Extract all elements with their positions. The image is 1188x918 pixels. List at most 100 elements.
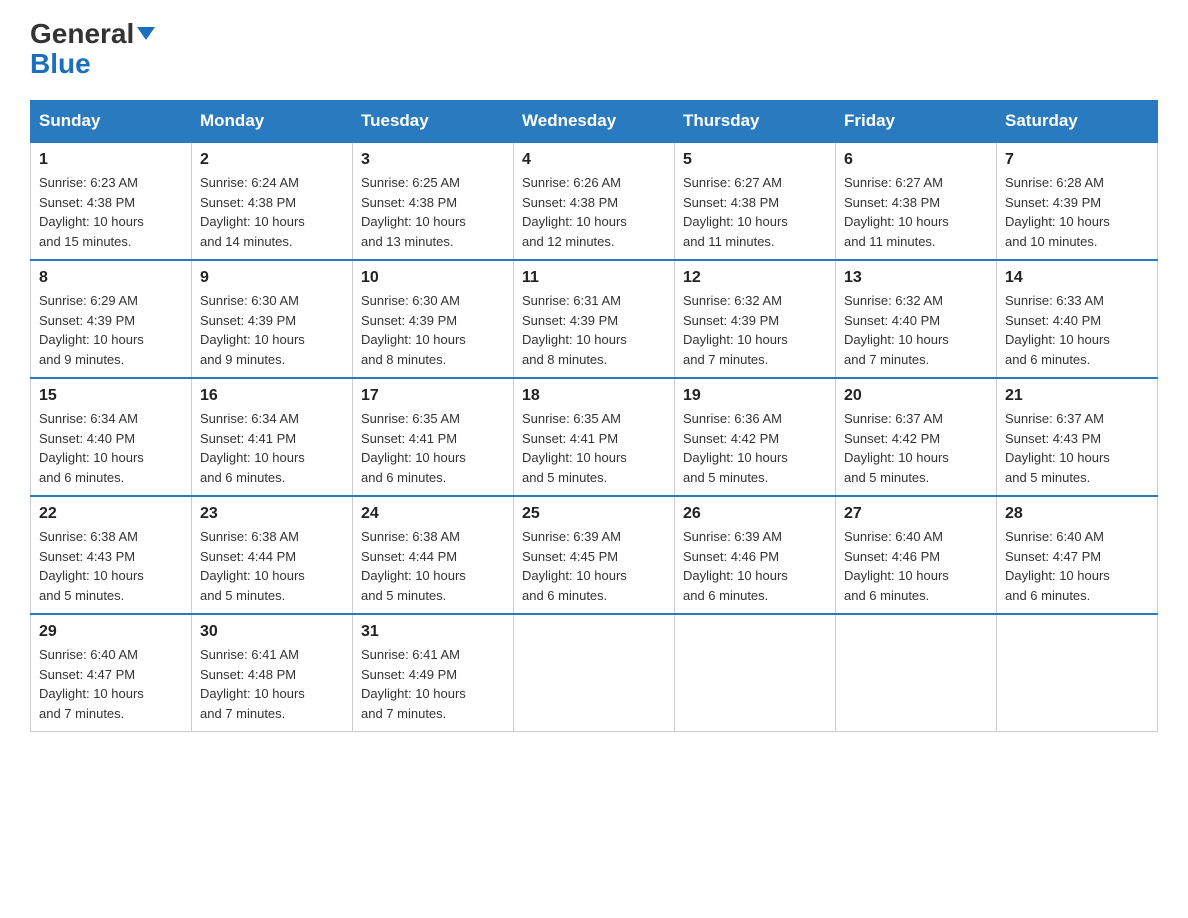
header-day-tuesday: Tuesday bbox=[353, 101, 514, 143]
day-number: 15 bbox=[39, 387, 183, 405]
calendar-cell: 24 Sunrise: 6:38 AMSunset: 4:44 PMDaylig… bbox=[353, 496, 514, 614]
calendar-week-1: 1 Sunrise: 6:23 AMSunset: 4:38 PMDayligh… bbox=[31, 142, 1158, 260]
day-number: 29 bbox=[39, 623, 183, 641]
day-info: Sunrise: 6:34 AMSunset: 4:40 PMDaylight:… bbox=[39, 409, 183, 487]
day-number: 5 bbox=[683, 151, 827, 169]
day-number: 3 bbox=[361, 151, 505, 169]
header-row: SundayMondayTuesdayWednesdayThursdayFrid… bbox=[31, 101, 1158, 143]
calendar-week-3: 15 Sunrise: 6:34 AMSunset: 4:40 PMDaylig… bbox=[31, 378, 1158, 496]
day-info: Sunrise: 6:24 AMSunset: 4:38 PMDaylight:… bbox=[200, 173, 344, 251]
day-info: Sunrise: 6:28 AMSunset: 4:39 PMDaylight:… bbox=[1005, 173, 1149, 251]
day-info: Sunrise: 6:36 AMSunset: 4:42 PMDaylight:… bbox=[683, 409, 827, 487]
day-info: Sunrise: 6:37 AMSunset: 4:42 PMDaylight:… bbox=[844, 409, 988, 487]
day-info: Sunrise: 6:41 AMSunset: 4:48 PMDaylight:… bbox=[200, 645, 344, 723]
header-day-monday: Monday bbox=[192, 101, 353, 143]
day-info: Sunrise: 6:27 AMSunset: 4:38 PMDaylight:… bbox=[844, 173, 988, 251]
day-number: 28 bbox=[1005, 505, 1149, 523]
calendar-cell: 10 Sunrise: 6:30 AMSunset: 4:39 PMDaylig… bbox=[353, 260, 514, 378]
day-info: Sunrise: 6:30 AMSunset: 4:39 PMDaylight:… bbox=[200, 291, 344, 369]
day-info: Sunrise: 6:38 AMSunset: 4:43 PMDaylight:… bbox=[39, 527, 183, 605]
calendar-cell: 19 Sunrise: 6:36 AMSunset: 4:42 PMDaylig… bbox=[675, 378, 836, 496]
day-info: Sunrise: 6:30 AMSunset: 4:39 PMDaylight:… bbox=[361, 291, 505, 369]
calendar-body: 1 Sunrise: 6:23 AMSunset: 4:38 PMDayligh… bbox=[31, 142, 1158, 732]
day-number: 22 bbox=[39, 505, 183, 523]
calendar-cell: 16 Sunrise: 6:34 AMSunset: 4:41 PMDaylig… bbox=[192, 378, 353, 496]
logo: General Blue bbox=[30, 20, 155, 80]
header-day-wednesday: Wednesday bbox=[514, 101, 675, 143]
day-info: Sunrise: 6:37 AMSunset: 4:43 PMDaylight:… bbox=[1005, 409, 1149, 487]
day-info: Sunrise: 6:31 AMSunset: 4:39 PMDaylight:… bbox=[522, 291, 666, 369]
day-info: Sunrise: 6:32 AMSunset: 4:40 PMDaylight:… bbox=[844, 291, 988, 369]
header-day-saturday: Saturday bbox=[997, 101, 1158, 143]
day-number: 24 bbox=[361, 505, 505, 523]
day-info: Sunrise: 6:27 AMSunset: 4:38 PMDaylight:… bbox=[683, 173, 827, 251]
day-info: Sunrise: 6:38 AMSunset: 4:44 PMDaylight:… bbox=[361, 527, 505, 605]
day-number: 23 bbox=[200, 505, 344, 523]
day-number: 21 bbox=[1005, 387, 1149, 405]
calendar-cell bbox=[675, 614, 836, 732]
day-number: 12 bbox=[683, 269, 827, 287]
day-info: Sunrise: 6:41 AMSunset: 4:49 PMDaylight:… bbox=[361, 645, 505, 723]
calendar-cell: 7 Sunrise: 6:28 AMSunset: 4:39 PMDayligh… bbox=[997, 142, 1158, 260]
day-number: 25 bbox=[522, 505, 666, 523]
day-info: Sunrise: 6:33 AMSunset: 4:40 PMDaylight:… bbox=[1005, 291, 1149, 369]
day-number: 31 bbox=[361, 623, 505, 641]
header-day-thursday: Thursday bbox=[675, 101, 836, 143]
calendar-cell: 21 Sunrise: 6:37 AMSunset: 4:43 PMDaylig… bbox=[997, 378, 1158, 496]
day-info: Sunrise: 6:39 AMSunset: 4:45 PMDaylight:… bbox=[522, 527, 666, 605]
calendar-cell: 20 Sunrise: 6:37 AMSunset: 4:42 PMDaylig… bbox=[836, 378, 997, 496]
day-number: 1 bbox=[39, 151, 183, 169]
day-number: 14 bbox=[1005, 269, 1149, 287]
calendar-header: SundayMondayTuesdayWednesdayThursdayFrid… bbox=[31, 101, 1158, 143]
day-info: Sunrise: 6:35 AMSunset: 4:41 PMDaylight:… bbox=[522, 409, 666, 487]
logo-general: General bbox=[30, 20, 134, 48]
day-number: 27 bbox=[844, 505, 988, 523]
calendar-cell: 29 Sunrise: 6:40 AMSunset: 4:47 PMDaylig… bbox=[31, 614, 192, 732]
calendar-cell: 31 Sunrise: 6:41 AMSunset: 4:49 PMDaylig… bbox=[353, 614, 514, 732]
day-number: 6 bbox=[844, 151, 988, 169]
calendar-cell: 25 Sunrise: 6:39 AMSunset: 4:45 PMDaylig… bbox=[514, 496, 675, 614]
calendar-cell: 22 Sunrise: 6:38 AMSunset: 4:43 PMDaylig… bbox=[31, 496, 192, 614]
header-day-friday: Friday bbox=[836, 101, 997, 143]
calendar-week-4: 22 Sunrise: 6:38 AMSunset: 4:43 PMDaylig… bbox=[31, 496, 1158, 614]
calendar-cell: 26 Sunrise: 6:39 AMSunset: 4:46 PMDaylig… bbox=[675, 496, 836, 614]
calendar-week-2: 8 Sunrise: 6:29 AMSunset: 4:39 PMDayligh… bbox=[31, 260, 1158, 378]
day-info: Sunrise: 6:38 AMSunset: 4:44 PMDaylight:… bbox=[200, 527, 344, 605]
day-number: 19 bbox=[683, 387, 827, 405]
calendar-cell bbox=[836, 614, 997, 732]
calendar-week-5: 29 Sunrise: 6:40 AMSunset: 4:47 PMDaylig… bbox=[31, 614, 1158, 732]
calendar-cell: 1 Sunrise: 6:23 AMSunset: 4:38 PMDayligh… bbox=[31, 142, 192, 260]
page-header: General Blue bbox=[30, 20, 1158, 80]
calendar-cell: 4 Sunrise: 6:26 AMSunset: 4:38 PMDayligh… bbox=[514, 142, 675, 260]
day-number: 9 bbox=[200, 269, 344, 287]
day-number: 17 bbox=[361, 387, 505, 405]
calendar-cell: 9 Sunrise: 6:30 AMSunset: 4:39 PMDayligh… bbox=[192, 260, 353, 378]
day-info: Sunrise: 6:35 AMSunset: 4:41 PMDaylight:… bbox=[361, 409, 505, 487]
calendar-cell: 17 Sunrise: 6:35 AMSunset: 4:41 PMDaylig… bbox=[353, 378, 514, 496]
day-number: 18 bbox=[522, 387, 666, 405]
day-number: 30 bbox=[200, 623, 344, 641]
day-info: Sunrise: 6:39 AMSunset: 4:46 PMDaylight:… bbox=[683, 527, 827, 605]
day-info: Sunrise: 6:32 AMSunset: 4:39 PMDaylight:… bbox=[683, 291, 827, 369]
calendar-cell: 12 Sunrise: 6:32 AMSunset: 4:39 PMDaylig… bbox=[675, 260, 836, 378]
day-info: Sunrise: 6:40 AMSunset: 4:47 PMDaylight:… bbox=[39, 645, 183, 723]
calendar-cell bbox=[514, 614, 675, 732]
day-info: Sunrise: 6:26 AMSunset: 4:38 PMDaylight:… bbox=[522, 173, 666, 251]
calendar-cell bbox=[997, 614, 1158, 732]
calendar-cell: 2 Sunrise: 6:24 AMSunset: 4:38 PMDayligh… bbox=[192, 142, 353, 260]
day-number: 2 bbox=[200, 151, 344, 169]
day-info: Sunrise: 6:34 AMSunset: 4:41 PMDaylight:… bbox=[200, 409, 344, 487]
day-number: 4 bbox=[522, 151, 666, 169]
calendar-cell: 30 Sunrise: 6:41 AMSunset: 4:48 PMDaylig… bbox=[192, 614, 353, 732]
day-info: Sunrise: 6:29 AMSunset: 4:39 PMDaylight:… bbox=[39, 291, 183, 369]
calendar-cell: 13 Sunrise: 6:32 AMSunset: 4:40 PMDaylig… bbox=[836, 260, 997, 378]
day-number: 11 bbox=[522, 269, 666, 287]
calendar-cell: 27 Sunrise: 6:40 AMSunset: 4:46 PMDaylig… bbox=[836, 496, 997, 614]
day-info: Sunrise: 6:25 AMSunset: 4:38 PMDaylight:… bbox=[361, 173, 505, 251]
day-info: Sunrise: 6:23 AMSunset: 4:38 PMDaylight:… bbox=[39, 173, 183, 251]
header-day-sunday: Sunday bbox=[31, 101, 192, 143]
logo-arrow-icon bbox=[137, 27, 155, 40]
day-number: 8 bbox=[39, 269, 183, 287]
calendar-cell: 11 Sunrise: 6:31 AMSunset: 4:39 PMDaylig… bbox=[514, 260, 675, 378]
calendar-table: SundayMondayTuesdayWednesdayThursdayFrid… bbox=[30, 100, 1158, 732]
